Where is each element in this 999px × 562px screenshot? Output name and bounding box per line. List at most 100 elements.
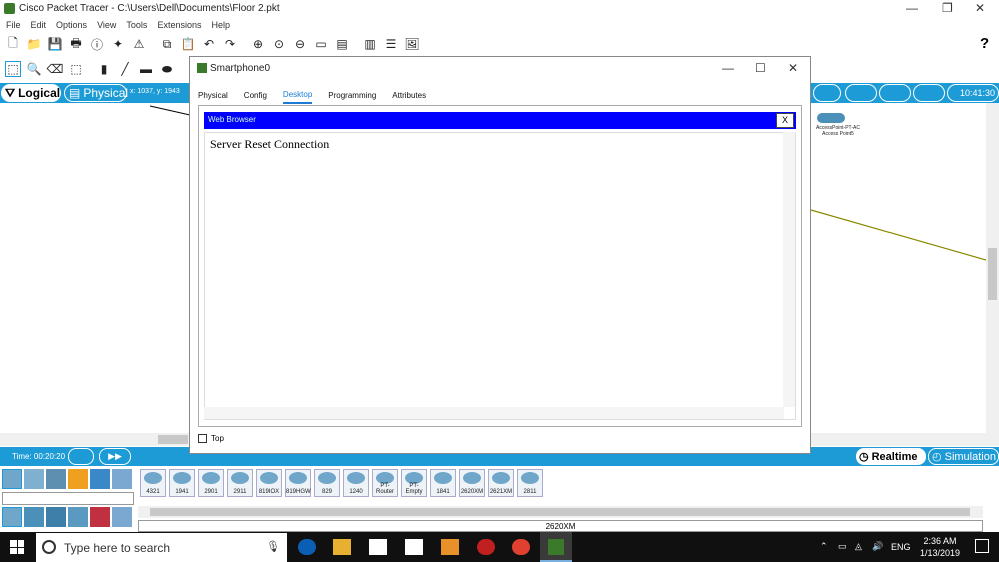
screenshot-icon[interactable]: 🖼	[404, 36, 420, 52]
copy-icon[interactable]: ⧉	[159, 36, 175, 52]
device-2811[interactable]: 2811	[517, 469, 543, 497]
note-icon[interactable]: ▮	[96, 61, 112, 77]
network-icon[interactable]: ◬	[855, 541, 862, 552]
multiuser-icon[interactable]	[112, 469, 132, 489]
dialog-maximize-button[interactable]: ☐	[755, 61, 766, 75]
wireless-icon[interactable]	[68, 507, 88, 527]
wan-emulation-icon[interactable]	[112, 507, 132, 527]
battery-icon[interactable]: ▭	[838, 541, 847, 552]
minimize-button[interactable]: —	[906, 1, 918, 15]
viewport-icon[interactable]	[913, 84, 945, 102]
draw-ellipse-icon[interactable]: ⬬	[159, 61, 175, 77]
misc-icon[interactable]	[90, 469, 110, 489]
delete-icon[interactable]: ⌫	[47, 61, 64, 77]
connections-icon[interactable]	[68, 469, 88, 489]
menu-view[interactable]: View	[97, 20, 116, 30]
network-wizard-icon[interactable]: ✦	[110, 36, 126, 52]
redo-icon[interactable]: ↷	[222, 36, 238, 52]
physical-view-button[interactable]: ▤ Physical	[64, 84, 128, 102]
print-icon[interactable]: 🖶	[68, 36, 84, 52]
select-icon[interactable]: ⬚	[5, 61, 21, 77]
system-clock[interactable]: 2:36 AM 1/13/2019	[914, 535, 966, 559]
menu-edit[interactable]: Edit	[31, 20, 47, 30]
help-icon[interactable]: ?	[980, 35, 989, 52]
components-icon[interactable]	[46, 469, 66, 489]
resize-icon[interactable]: ⬚	[68, 61, 84, 77]
save-icon[interactable]: 💾	[47, 36, 63, 52]
tab-physical[interactable]: Physical	[198, 91, 228, 103]
back-icon[interactable]	[879, 84, 911, 102]
device-1240[interactable]: 1240	[343, 469, 369, 497]
browser-vertical-scrollbar[interactable]	[783, 132, 795, 407]
windows-start-icon[interactable]	[10, 540, 24, 554]
store-icon[interactable]	[369, 539, 387, 555]
tab-attributes[interactable]: Attributes	[392, 91, 426, 103]
device-819hgw[interactable]: 819HGW	[285, 469, 311, 497]
power-cycle-button[interactable]	[68, 448, 94, 465]
info-icon[interactable]: ⓘ	[89, 36, 105, 52]
cluster-icon[interactable]	[845, 84, 877, 102]
new-file-icon[interactable]: 🗋	[5, 36, 21, 52]
app-icon[interactable]	[441, 539, 459, 555]
device-829[interactable]: 829	[314, 469, 340, 497]
security-icon[interactable]	[90, 507, 110, 527]
scroll-thumb[interactable]	[988, 248, 997, 300]
simulation-mode-button[interactable]: ◴ Simulation	[928, 448, 999, 465]
dialog-close-button[interactable]: ✕	[788, 61, 798, 75]
device-2621xm[interactable]: 2621XM	[488, 469, 514, 497]
device-2620xm[interactable]: 2620XM	[459, 469, 485, 497]
menu-help[interactable]: Help	[211, 20, 230, 30]
switches-icon[interactable]	[24, 507, 44, 527]
notifications-icon[interactable]	[975, 539, 989, 553]
access-point-icon[interactable]	[817, 113, 845, 123]
taskbar-search-input[interactable]: Type here to search 🎙	[36, 533, 287, 562]
menu-options[interactable]: Options	[56, 20, 87, 30]
device-1841[interactable]: 1841	[430, 469, 456, 497]
menu-extensions[interactable]: Extensions	[157, 20, 201, 30]
chrome-icon[interactable]	[512, 539, 530, 555]
open-folder-icon[interactable]: 📁	[26, 36, 42, 52]
edge-icon[interactable]	[298, 539, 316, 555]
network-devices-icon[interactable]	[2, 469, 22, 489]
tray-chevron-icon[interactable]: ⌃	[820, 541, 828, 552]
checkbox-box[interactable]	[198, 434, 207, 443]
device-819iox[interactable]: 819IOX	[256, 469, 282, 497]
paste-icon[interactable]: 📋	[180, 36, 196, 52]
menu-file[interactable]: File	[6, 20, 21, 30]
security-app-icon[interactable]	[477, 539, 495, 555]
custom-device-icon[interactable]: ▤	[334, 36, 350, 52]
always-on-top-checkbox[interactable]: Top	[198, 434, 224, 443]
tab-programming[interactable]: Programming	[328, 91, 376, 103]
file-explorer-icon[interactable]	[333, 539, 351, 555]
root-icon[interactable]	[813, 84, 841, 102]
menu-tools[interactable]: Tools	[126, 20, 147, 30]
logical-view-button[interactable]: ⛛ Logical	[1, 84, 61, 102]
packet-tracer-taskbar-button[interactable]	[540, 532, 572, 562]
browser-horizontal-scrollbar[interactable]	[204, 407, 784, 419]
close-button[interactable]: ✕	[975, 1, 985, 15]
workspace-vertical-scrollbar[interactable]	[986, 103, 999, 433]
device-pt-router[interactable]: PT-Router	[372, 469, 398, 497]
hubs-icon[interactable]	[46, 507, 66, 527]
volume-icon[interactable]: 🔊	[872, 541, 883, 552]
device-1941[interactable]: 1941	[169, 469, 195, 497]
device-2911[interactable]: 2911	[227, 469, 253, 497]
realtime-mode-button[interactable]: ◷ Realtime	[856, 448, 926, 465]
restore-button[interactable]: ❐	[942, 1, 953, 15]
palette-icon[interactable]: ▭	[313, 36, 329, 52]
web-browser-close-button[interactable]: X	[776, 113, 794, 128]
end-devices-icon[interactable]	[24, 469, 44, 489]
zoom-reset-icon[interactable]: ⊙	[271, 36, 287, 52]
scroll-thumb[interactable]	[150, 508, 970, 516]
device-pt-empty[interactable]: PT-Empty	[401, 469, 427, 497]
zoom-in-icon[interactable]: ⊕	[250, 36, 266, 52]
fast-forward-button[interactable]: ▶▶	[99, 448, 131, 465]
microphone-icon[interactable]: 🎙	[266, 540, 280, 553]
tab-desktop[interactable]: Desktop	[282, 90, 313, 104]
scroll-thumb[interactable]	[158, 435, 188, 444]
inspect-icon[interactable]: 🔍	[26, 61, 42, 77]
dialog-minimize-button[interactable]: —	[722, 61, 734, 75]
language-indicator[interactable]: ENG	[891, 542, 911, 552]
notes-icon[interactable]: ▥	[362, 36, 378, 52]
device-list-scrollbar[interactable]	[138, 506, 983, 518]
